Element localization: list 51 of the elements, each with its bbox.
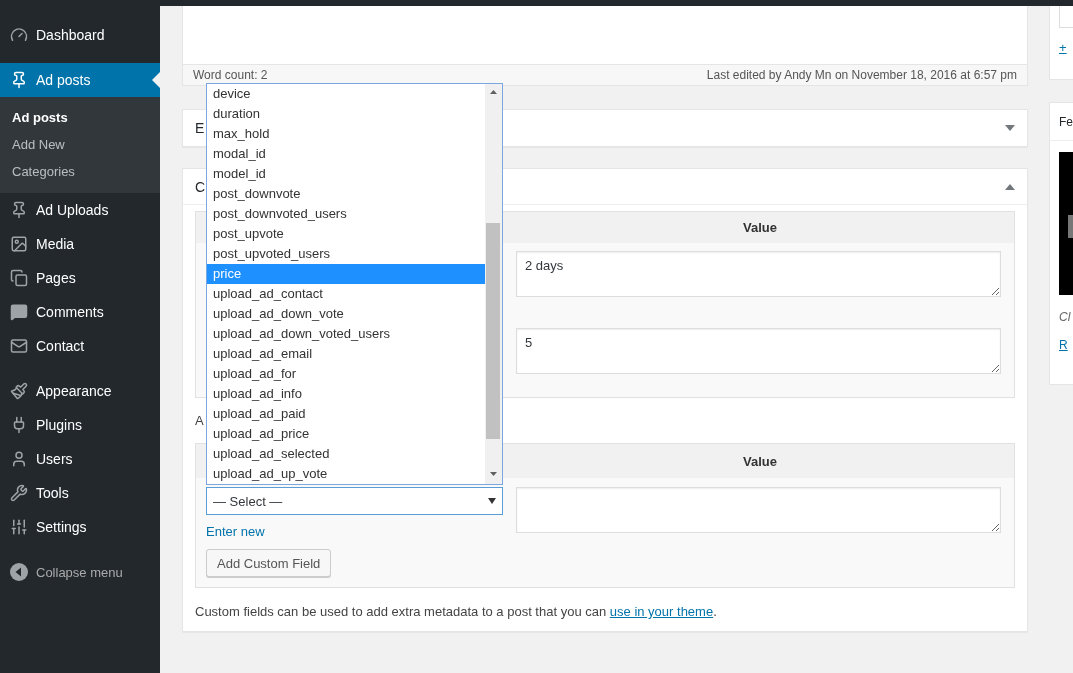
menu-item[interactable]: Ad Uploads xyxy=(0,193,160,227)
collapse-icon xyxy=(10,563,28,581)
add-link[interactable]: + xyxy=(1059,40,1073,55)
last-edited: Last edited by Andy Mn on November 18, 2016 at 6:57 pm xyxy=(706,68,1017,82)
submenu-item[interactable]: Ad posts xyxy=(0,104,160,131)
panel-title: Fe xyxy=(1059,114,1073,129)
menu-icon xyxy=(10,235,28,253)
column-header: Value xyxy=(742,453,778,469)
menu-icon xyxy=(10,450,28,468)
menu-icon xyxy=(10,71,28,89)
value-field[interactable]: 2 days xyxy=(516,251,1001,297)
value-field[interactable] xyxy=(516,487,1001,533)
menu-item[interactable]: Comments xyxy=(0,295,160,329)
panel-title: C xyxy=(195,178,206,195)
help-text: Custom fields can be used to add extra metadata to a post that you can use in your theme. xyxy=(195,604,718,619)
menu-icon xyxy=(10,269,28,287)
menu-item[interactable]: Ad posts xyxy=(0,63,160,97)
collapse-menu-button[interactable]: Collapse menu xyxy=(0,555,133,589)
menu-item[interactable]: Pages xyxy=(0,261,160,295)
menu-icon xyxy=(10,26,28,44)
enter-new-link[interactable]: Enter new xyxy=(206,524,265,539)
current-indicator xyxy=(152,72,160,88)
menu-item[interactable]: Media xyxy=(0,227,160,261)
menu-item[interactable]: Plugins xyxy=(0,408,160,442)
toggle-icon[interactable] xyxy=(1005,125,1015,131)
menu-item[interactable]: Dashboard xyxy=(0,18,160,52)
menu-icon xyxy=(10,201,28,219)
column-header: Value xyxy=(742,220,778,235)
key-select[interactable]: — Select — xyxy=(206,487,503,515)
value-field[interactable]: 5 xyxy=(516,328,1001,374)
menu-item[interactable]: Appearance xyxy=(0,374,160,408)
menu-icon xyxy=(10,382,28,400)
add-custom-field-button[interactable]: Add Custom Field xyxy=(206,549,332,577)
submenu-item[interactable]: Categories xyxy=(0,158,160,185)
menu-item[interactable]: Users xyxy=(0,442,160,476)
caption-text: Cl xyxy=(1059,310,1072,324)
panel-title: E xyxy=(195,120,205,136)
menu-icon xyxy=(10,303,28,321)
dropdown-caret-icon xyxy=(488,498,496,504)
section-heading: A xyxy=(195,412,204,430)
menu-icon xyxy=(10,484,28,502)
scrollbar[interactable] xyxy=(485,84,502,484)
menu-item[interactable]: Tools xyxy=(0,476,160,510)
toggle-icon[interactable] xyxy=(1005,183,1015,190)
word-count: Word count: 2 xyxy=(193,68,268,82)
menu-icon xyxy=(10,337,28,355)
menu-item[interactable]: Contact xyxy=(0,329,160,363)
menu-icon xyxy=(10,518,28,536)
remove-link[interactable]: R xyxy=(1059,338,1073,352)
menu-item[interactable]: Settings xyxy=(0,510,160,544)
submenu-item[interactable]: Add New xyxy=(0,131,160,158)
